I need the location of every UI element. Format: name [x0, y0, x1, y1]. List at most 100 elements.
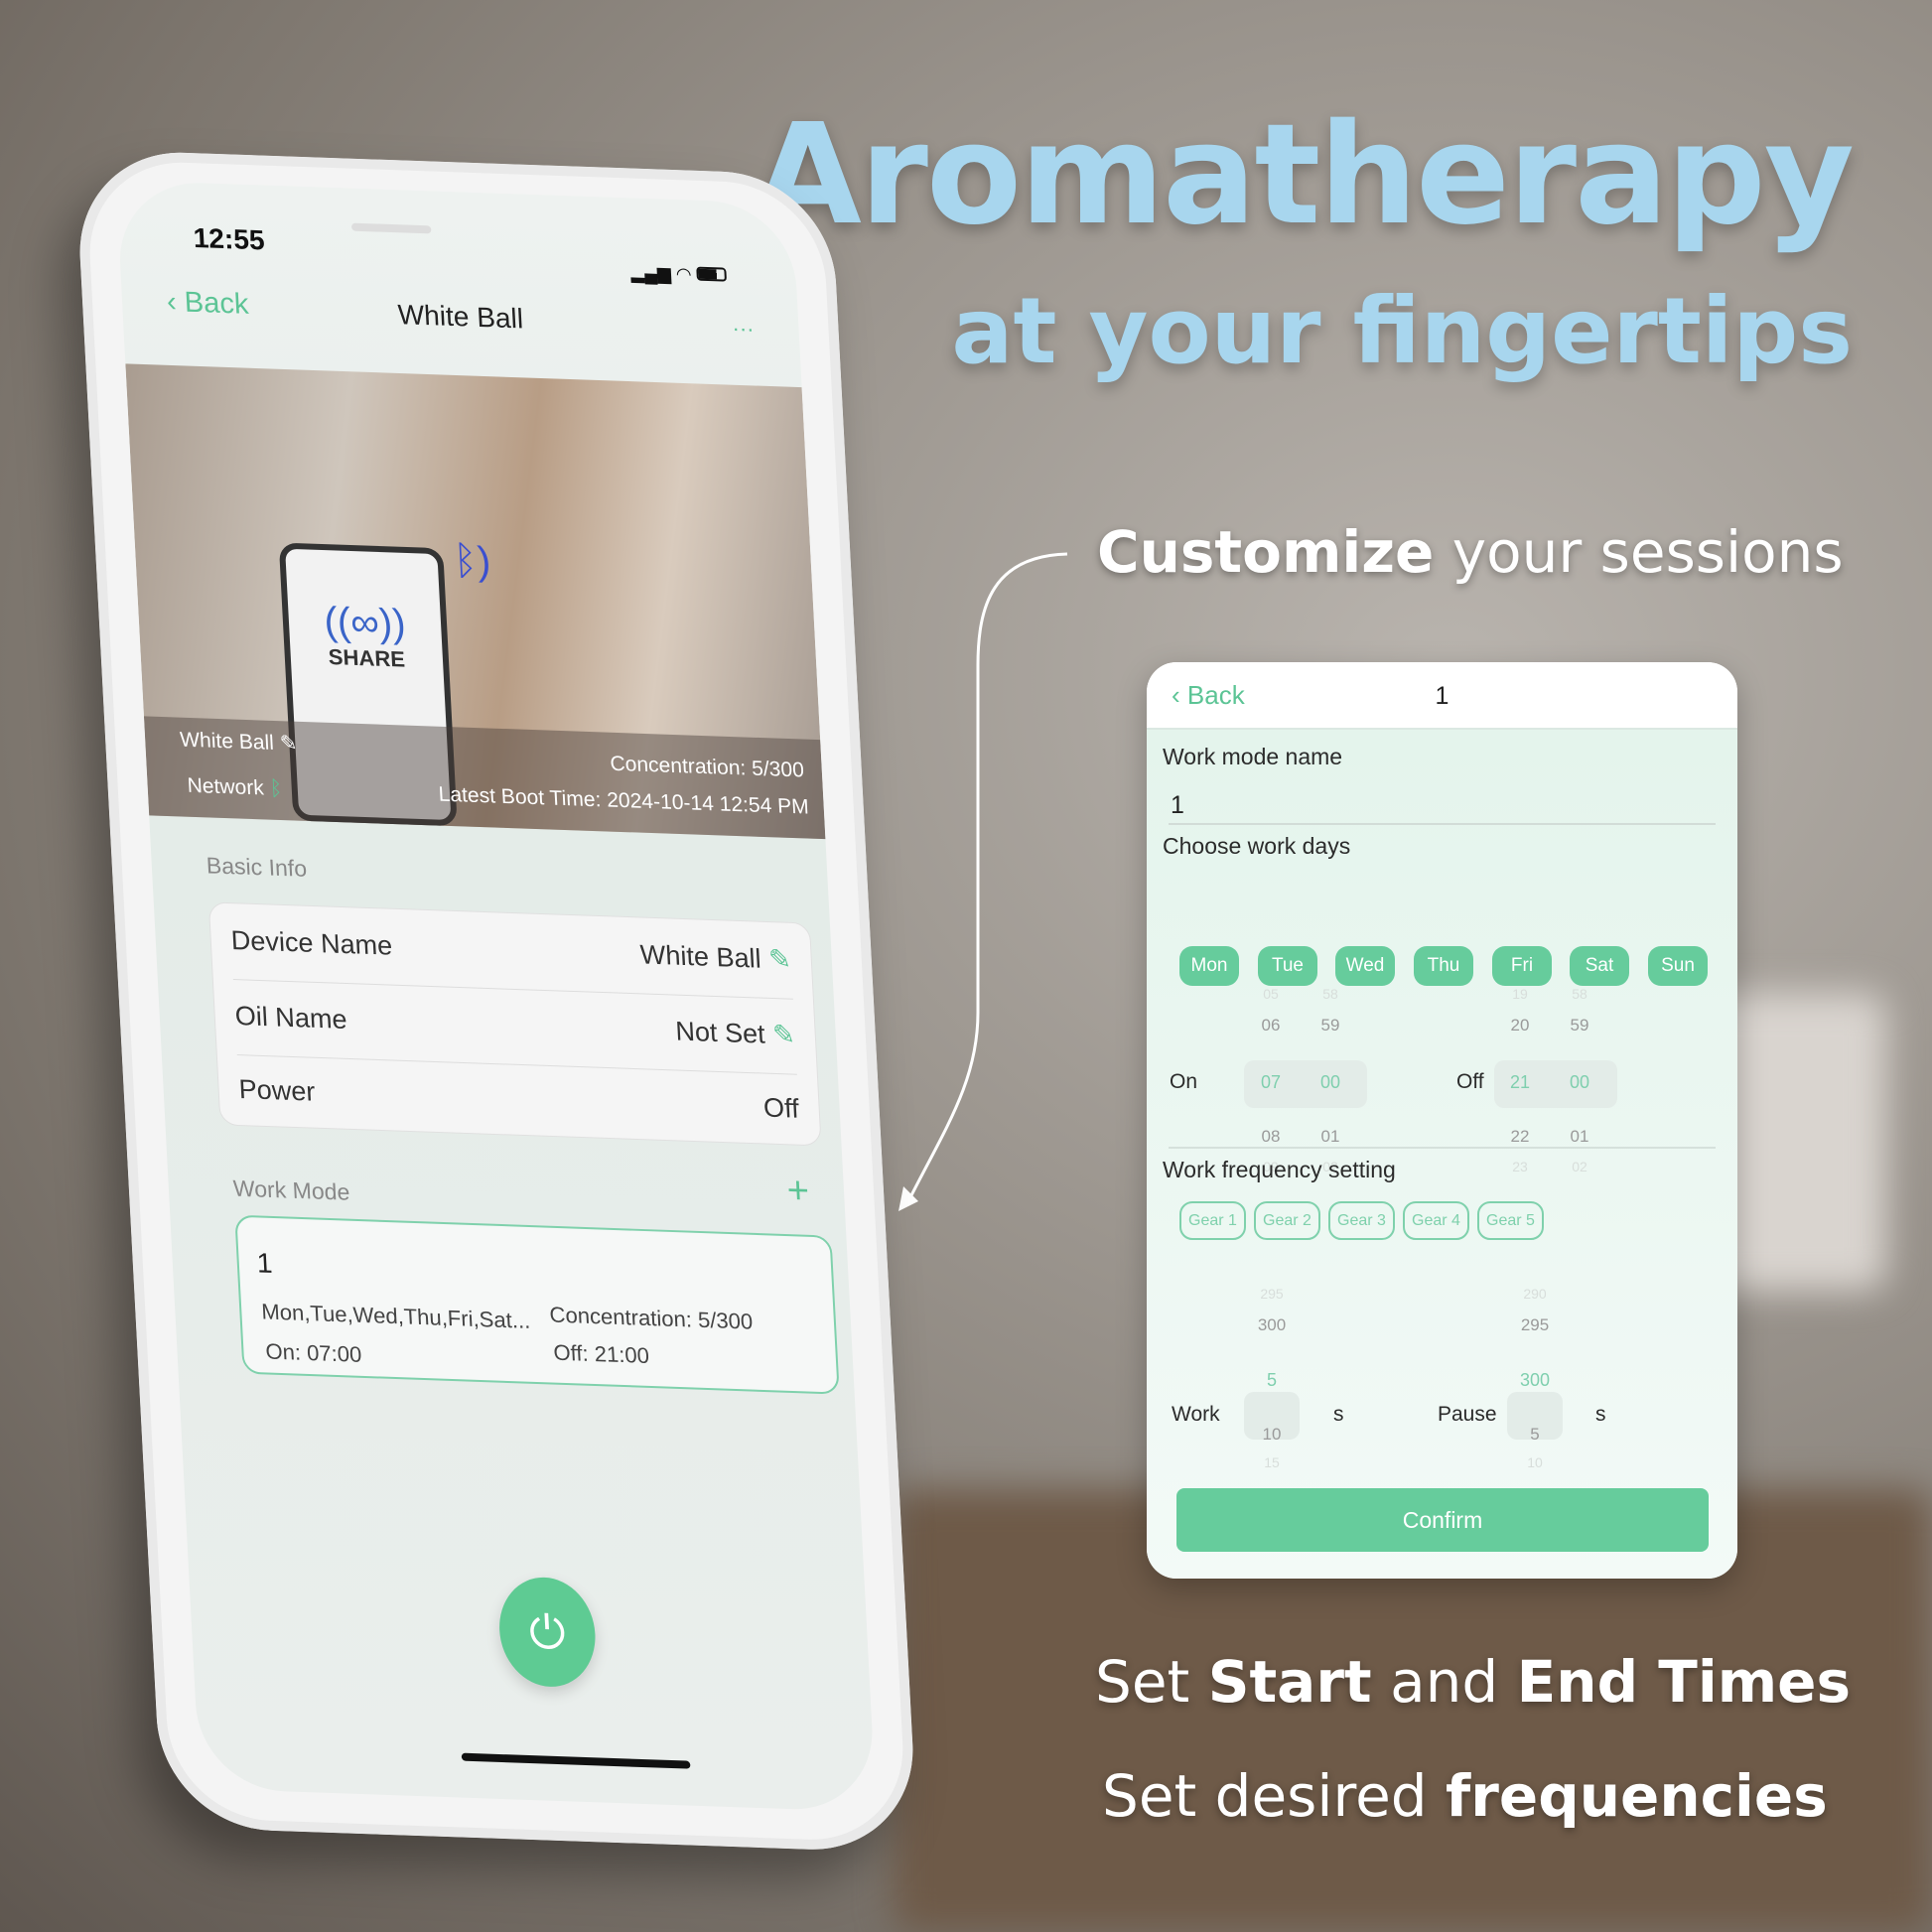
status-icons: ▂▄▆ ◠	[629, 262, 728, 286]
on-minute-option[interactable]: 00	[1306, 1072, 1355, 1093]
work-mode-on: On: 07:00	[264, 1338, 362, 1367]
on-hour-option[interactable]: 05	[1246, 986, 1296, 1002]
times-bold: End Times	[1516, 1648, 1852, 1716]
off-minute-option[interactable]: 02	[1555, 1159, 1604, 1174]
bluetooth-icon: ᛒ)	[452, 538, 492, 584]
times-text: Set	[1095, 1648, 1208, 1716]
on-hour-option[interactable]: 07	[1246, 1072, 1296, 1093]
work-mode-settings-panel: ‹ Back 1 Work mode name 1 Choose work da…	[1147, 662, 1737, 1579]
wifi-icon: ◠	[675, 263, 693, 285]
pause-seconds-option[interactable]: 295	[1510, 1315, 1560, 1335]
off-hour-option[interactable]: 21	[1495, 1072, 1545, 1093]
edit-pencil-icon[interactable]: ✎	[279, 732, 298, 756]
freq-bold: frequencies	[1446, 1762, 1828, 1830]
day-thu[interactable]: Thu	[1414, 946, 1473, 986]
on-minute-option[interactable]: 59	[1306, 1016, 1355, 1035]
work-mode-title: Work Mode	[232, 1174, 350, 1205]
share-logo-icon: ((∞))	[323, 599, 407, 646]
on-hour-option[interactable]: 06	[1246, 1016, 1296, 1035]
gear-5-button[interactable]: Gear 5	[1477, 1201, 1544, 1240]
gear-4-button[interactable]: Gear 4	[1403, 1201, 1469, 1240]
work-seconds-option[interactable]: 300	[1247, 1315, 1297, 1335]
work-mode-name-label: Work mode name	[1163, 744, 1343, 769]
off-label: Off	[1456, 1070, 1484, 1093]
work-mode-name: 1	[255, 1247, 274, 1279]
edit-pencil-icon[interactable]: ✎	[767, 944, 791, 975]
banner-overlay: White Ball ✎ Network ᛒ Concentration: 5/…	[143, 716, 826, 840]
on-minute-option[interactable]: 58	[1306, 986, 1355, 1002]
day-mon[interactable]: Mon	[1179, 946, 1239, 986]
off-hour-option[interactable]: 22	[1495, 1127, 1545, 1147]
off-minute-option[interactable]: 59	[1555, 1016, 1604, 1035]
frequency-label: Work frequency setting	[1163, 1157, 1396, 1182]
gear-1-button[interactable]: Gear 1	[1179, 1201, 1246, 1240]
times-text: and	[1371, 1648, 1517, 1716]
customize-callout: Customize your sessions	[1097, 518, 1844, 586]
off-minute-option[interactable]: 01	[1555, 1127, 1604, 1147]
add-work-mode-button[interactable]: +	[786, 1170, 810, 1213]
pause-seconds-option[interactable]: 300	[1510, 1370, 1560, 1391]
times-callout: Set Start and End Times	[1095, 1648, 1851, 1716]
oil-name-value: Not Set	[674, 1016, 766, 1049]
work-seconds-option[interactable]: 295	[1247, 1286, 1297, 1302]
gear-2-button[interactable]: Gear 2	[1254, 1201, 1320, 1240]
confirm-button[interactable]: Confirm	[1176, 1488, 1709, 1552]
more-menu-button[interactable]: ···	[732, 316, 755, 343]
times-bold: Start	[1207, 1648, 1372, 1716]
basic-info-title: Basic Info	[206, 852, 308, 882]
pause-seconds-option[interactable]: 5	[1510, 1425, 1560, 1445]
work-mode-name-input[interactable]: 1	[1169, 785, 1716, 825]
on-hour-option[interactable]: 08	[1246, 1127, 1296, 1147]
off-hour-option[interactable]: 19	[1495, 986, 1545, 1002]
frequency-callout: Set desired frequencies	[1102, 1762, 1828, 1830]
arrow-connector	[898, 552, 1068, 1211]
work-mode-concentration: Concentration: 5/300	[548, 1302, 754, 1334]
signal-icon: ▂▄▆	[629, 262, 672, 284]
banner-boot-time: Latest Boot Time: 2024-10-14 12:54 PM	[438, 782, 810, 819]
pause-seconds-option[interactable]: 290	[1510, 1286, 1560, 1302]
day-sat[interactable]: Sat	[1570, 946, 1629, 986]
freq-text: Set desired	[1102, 1762, 1447, 1830]
phone-mockup: 12:55 ▂▄▆ ◠ ‹ Back White Ball ··· ((∞)) …	[74, 149, 918, 1854]
off-hour-option[interactable]: 20	[1495, 1016, 1545, 1035]
banner-concentration: Concentration: 5/300	[609, 752, 805, 782]
day-wed[interactable]: Wed	[1335, 946, 1395, 986]
work-seconds-option[interactable]: 5	[1247, 1370, 1297, 1391]
phone-screen: 12:55 ▂▄▆ ◠ ‹ Back White Ball ··· ((∞)) …	[115, 180, 877, 1813]
day-tue[interactable]: Tue	[1258, 946, 1317, 986]
divider	[1169, 1147, 1716, 1149]
off-minute-option[interactable]: 58	[1555, 986, 1604, 1002]
work-seconds-option[interactable]: 15	[1247, 1454, 1297, 1470]
pause-seconds-option[interactable]: 10	[1510, 1454, 1560, 1470]
off-minute-option[interactable]: 00	[1555, 1072, 1604, 1093]
work-mode-card[interactable]: 1 Mon,Tue,Wed,Thu,Fri,Sat... Concentrati…	[234, 1214, 840, 1395]
day-sun[interactable]: Sun	[1648, 946, 1708, 986]
panel-title: 1	[1435, 682, 1449, 710]
gear-3-button[interactable]: Gear 3	[1328, 1201, 1395, 1240]
row-label: Device Name	[229, 925, 393, 961]
off-hour-option[interactable]: 23	[1495, 1159, 1545, 1174]
day-fri[interactable]: Fri	[1492, 946, 1552, 986]
work-seconds-option[interactable]: 10	[1247, 1425, 1297, 1445]
power-button[interactable]: ⏻	[496, 1576, 599, 1689]
device-banner-image: ((∞)) SHARE ᛒ) White Ball ✎ Network ᛒ Co…	[125, 363, 826, 840]
customize-rest: your sessions	[1434, 518, 1844, 586]
work-unit: s	[1333, 1403, 1344, 1426]
customize-bold: Customize	[1097, 518, 1435, 586]
device-name-value: White Ball	[639, 939, 762, 974]
row-label: Power	[237, 1074, 317, 1107]
edit-pencil-icon[interactable]: ✎	[771, 1020, 795, 1050]
banner-device-name-text: White Ball	[179, 728, 275, 755]
work-label: Work	[1172, 1403, 1220, 1426]
speaker-grille	[350, 222, 432, 234]
headline-subtitle: at your fingertips	[951, 278, 1853, 384]
bluetooth-icon: ᛒ	[269, 776, 283, 801]
row-label: Oil Name	[233, 1001, 348, 1035]
share-logo-text: SHARE	[328, 643, 406, 672]
phone-title: White Ball	[396, 299, 524, 335]
banner-device-name[interactable]: White Ball ✎	[180, 728, 299, 757]
banner-network: Network ᛒ	[187, 774, 283, 801]
status-time: 12:55	[192, 222, 266, 256]
on-minute-option[interactable]: 01	[1306, 1127, 1355, 1147]
row-value: Not Set ✎	[675, 1017, 796, 1051]
